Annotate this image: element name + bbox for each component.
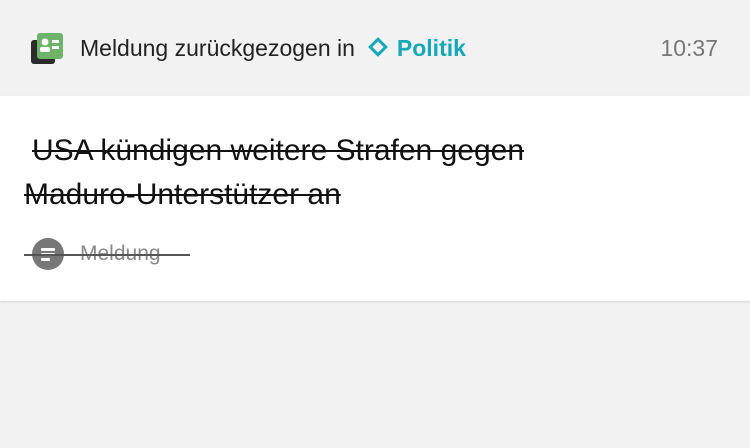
article-title: USA kündigen weitere Strafen gegen Madur… — [24, 129, 624, 217]
timestamp: 10:37 — [660, 35, 718, 61]
news-app-icon — [31, 33, 63, 64]
article-meta: Meldung — [24, 236, 192, 272]
diamond-icon — [368, 37, 388, 57]
article-card[interactable]: USA kündigen weitere Strafen gegen Madur… — [0, 96, 750, 301]
category-link[interactable]: Politik — [397, 35, 466, 61]
notification-header: Meldung zurückgezogen in Politik 10:37 — [0, 0, 750, 96]
notification-text: Meldung zurückgezogen in Politik — [80, 33, 466, 63]
strikethrough-line — [24, 254, 190, 256]
article-title-text: USA kündigen weitere Strafen gegen Madur… — [24, 134, 524, 211]
retracted-label: Meldung zurückgezogen in — [80, 35, 355, 61]
